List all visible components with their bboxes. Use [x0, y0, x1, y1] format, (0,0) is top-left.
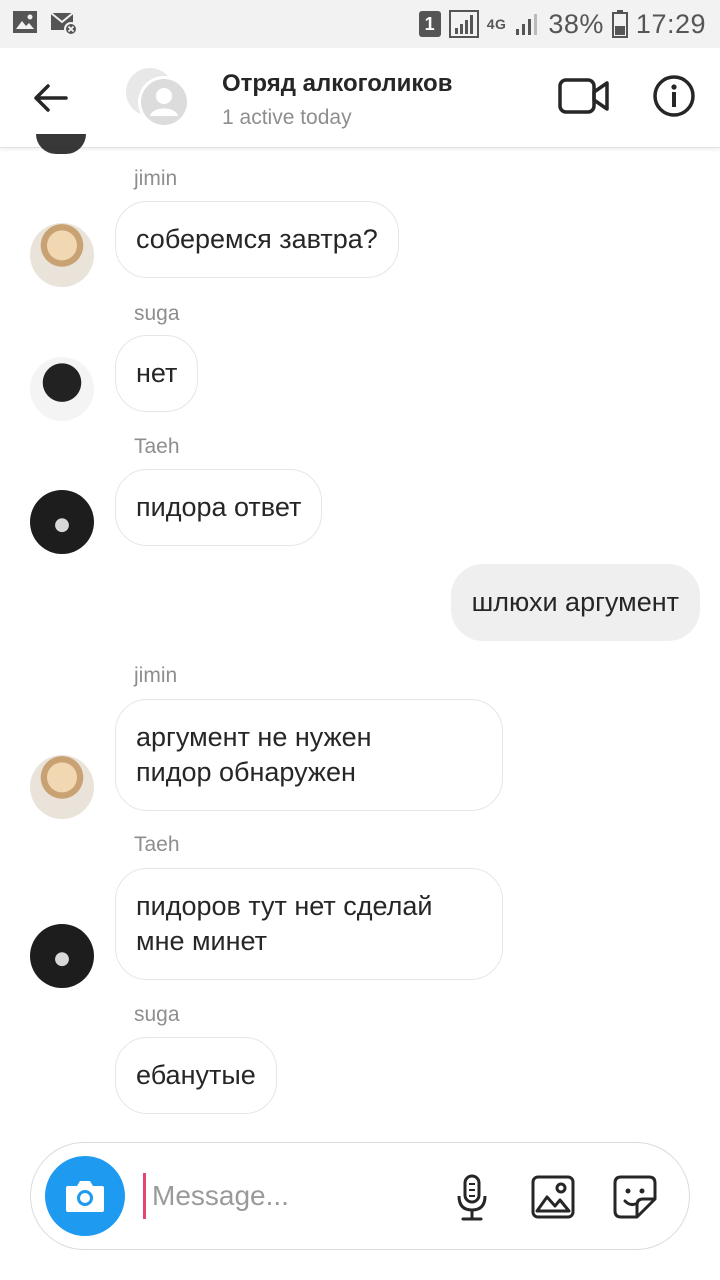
sender-name: suga — [134, 1003, 180, 1026]
partial-avatar — [36, 134, 86, 154]
arrow-left-icon — [34, 84, 68, 112]
microphone-icon — [457, 1174, 487, 1221]
clock: 17:29 — [635, 8, 706, 39]
info-button[interactable] — [650, 72, 698, 120]
signal-strength-icon — [516, 14, 538, 35]
message-bubble[interactable]: аргумент не нужен пидор обнаружен — [115, 699, 503, 811]
group-avatar[interactable] — [124, 64, 192, 132]
camera-icon — [66, 1181, 104, 1212]
network-type: 4G — [486, 16, 507, 32]
sender-name: jimin — [134, 664, 178, 687]
signal-icon — [448, 10, 479, 38]
avatar[interactable] — [30, 223, 94, 287]
info-icon — [653, 75, 695, 117]
message-bubble[interactable]: пидоров тут нет сделай мне минет — [115, 868, 503, 980]
sender-name: Taeh — [134, 435, 180, 458]
sender-name: suga — [134, 302, 180, 325]
gallery-notification-icon — [13, 11, 37, 33]
avatar[interactable] — [30, 755, 94, 819]
sim-badge: 1 — [418, 11, 441, 37]
sticker-button[interactable] — [611, 1173, 659, 1221]
image-icon — [531, 1175, 575, 1219]
sender-name: Taeh — [134, 833, 180, 856]
active-status: 1 active today — [222, 106, 352, 129]
chat-title: Отряд алкоголиков — [222, 70, 453, 97]
gallery-button[interactable] — [529, 1173, 577, 1221]
message-bubble[interactable]: пидора ответ — [115, 469, 323, 546]
sticker-icon — [613, 1175, 657, 1219]
voice-message-button[interactable] — [449, 1173, 495, 1223]
group-avatar-icon — [126, 68, 190, 128]
mail-notification-icon — [50, 12, 78, 36]
message-bubble[interactable]: нет — [115, 335, 199, 412]
message-bubble[interactable]: соберемся завтра? — [115, 201, 399, 278]
avatar[interactable] — [30, 490, 94, 554]
video-camera-icon — [558, 78, 609, 114]
avatar[interactable] — [30, 357, 94, 421]
chat-header: Отряд алкоголиков 1 active today — [0, 48, 720, 148]
message-bubble[interactable]: ебанутые — [115, 1037, 277, 1114]
battery-icon — [611, 10, 628, 38]
avatar[interactable] — [30, 924, 94, 988]
back-button[interactable] — [26, 74, 74, 122]
message-input[interactable] — [143, 1173, 423, 1219]
video-call-button[interactable] — [556, 72, 612, 120]
own-message-bubble[interactable]: шлюхи аргумент — [450, 564, 700, 641]
status-bar: 1 4G 38% 17:29 — [0, 0, 720, 48]
sender-name: jimin — [134, 167, 178, 190]
camera-button[interactable] — [45, 1156, 125, 1236]
message-composer — [30, 1142, 690, 1250]
battery-percent: 38% — [548, 8, 604, 39]
